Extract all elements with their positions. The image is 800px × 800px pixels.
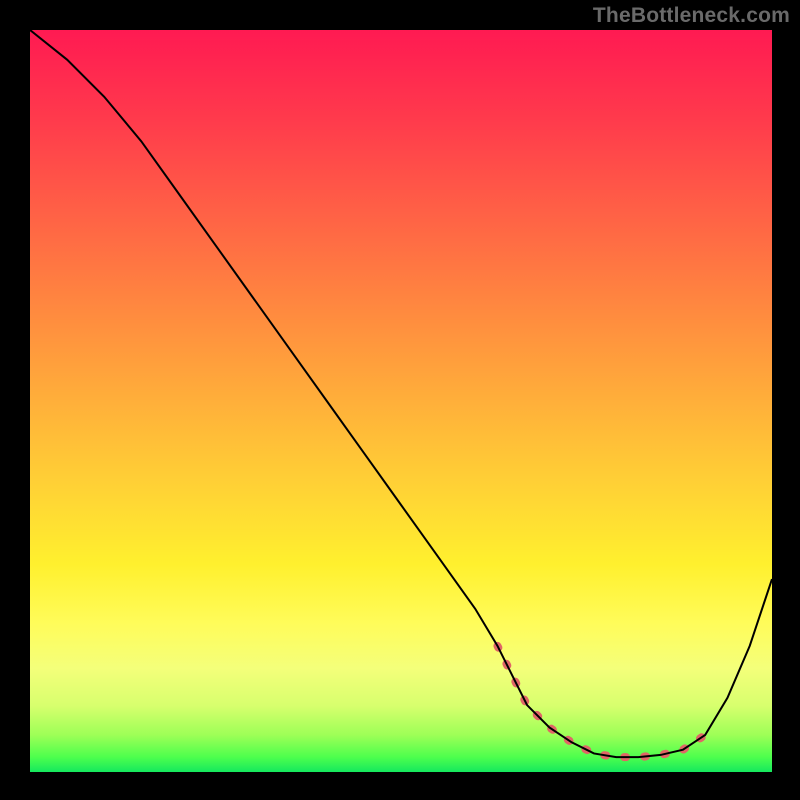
highlight-series (497, 646, 705, 757)
chart-svg (30, 30, 772, 772)
watermark-text: TheBottleneck.com (593, 4, 790, 28)
chart-container: TheBottleneck.com (0, 0, 800, 800)
curve-series (30, 30, 772, 757)
plot-area (30, 30, 772, 772)
